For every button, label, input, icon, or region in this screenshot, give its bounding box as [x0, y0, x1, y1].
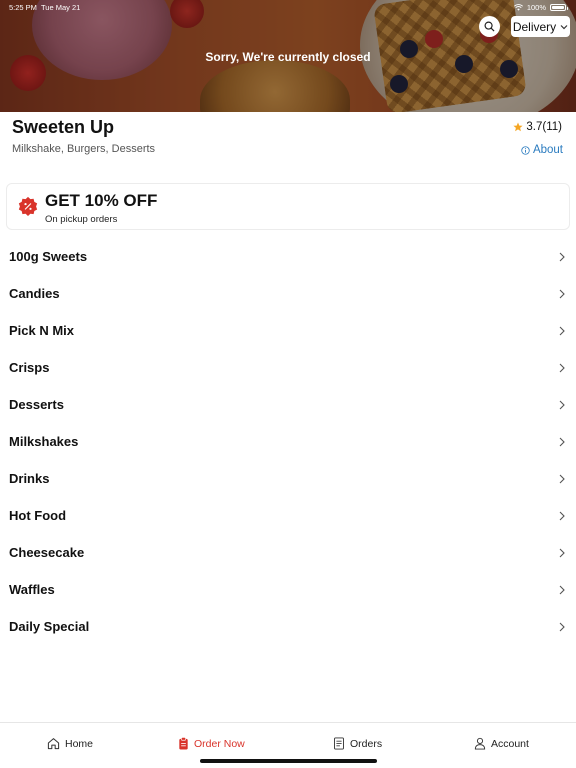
category-label: Milkshakes — [9, 434, 79, 449]
status-date: Tue May 21 — [41, 3, 81, 12]
chevron-right-icon — [559, 289, 565, 298]
tab-label: Order Now — [194, 737, 245, 750]
tab-label: Orders — [350, 737, 383, 750]
category-row-desserts[interactable]: Desserts — [0, 386, 576, 423]
battery-icon — [550, 4, 568, 11]
person-icon — [474, 737, 486, 750]
search-icon — [484, 21, 495, 32]
store-name: Sweeten Up — [12, 117, 115, 137]
chevron-right-icon — [559, 585, 565, 594]
chevron-right-icon — [559, 252, 565, 261]
category-row-pick-n-mix[interactable]: Pick N Mix — [0, 312, 576, 349]
chevron-right-icon — [559, 437, 565, 446]
chevron-right-icon — [559, 622, 565, 631]
category-label: Daily Special — [9, 619, 90, 634]
category-label: Waffles — [9, 582, 55, 597]
category-label: Desserts — [9, 397, 64, 412]
home-icon — [47, 738, 60, 750]
battery-percent: 100% — [526, 3, 546, 12]
tab-account[interactable]: Account — [474, 737, 529, 750]
chevron-right-icon — [559, 400, 565, 409]
category-row-crisps[interactable]: Crisps — [0, 349, 576, 386]
info-icon — [521, 145, 530, 155]
discount-badge-icon — [18, 196, 38, 216]
tab-label: Account — [491, 737, 529, 750]
tab-order-now[interactable]: Order Now — [178, 737, 245, 750]
category-label: 100g Sweets — [9, 249, 88, 264]
about-label: About — [532, 144, 563, 156]
category-row-waffles[interactable]: Waffles — [0, 571, 576, 608]
category-label: Pick N Mix — [9, 323, 75, 338]
rating-value: 3.7(11) — [526, 121, 562, 133]
tab-label: Home — [65, 737, 94, 750]
store-rating[interactable]: 3.7(11) — [513, 121, 562, 133]
delivery-mode-label: Delivery — [512, 19, 557, 34]
offer-title: GET 10% OFF — [45, 191, 158, 210]
category-label: Drinks — [9, 471, 50, 486]
category-label: Candies — [9, 286, 60, 301]
home-indicator — [200, 759, 377, 763]
category-label: Hot Food — [9, 508, 67, 523]
tab-orders[interactable]: Orders — [333, 737, 382, 750]
category-row-drinks[interactable]: Drinks — [0, 460, 576, 497]
category-label: Cheesecake — [9, 545, 85, 560]
menu-category-list: 100g Sweets Candies Pick N Mix Crisps De… — [0, 238, 576, 645]
chevron-right-icon — [559, 474, 565, 483]
category-row-100g-sweets[interactable]: 100g Sweets — [0, 238, 576, 275]
chevron-right-icon — [559, 363, 565, 372]
category-label: Crisps — [9, 360, 50, 375]
order-icon — [179, 737, 188, 750]
about-link[interactable]: About — [521, 144, 563, 156]
store-categories: Milkshake, Burgers, Desserts — [12, 143, 156, 155]
chevron-right-icon — [559, 511, 565, 520]
tab-home[interactable]: Home — [47, 737, 93, 750]
category-row-hot-food[interactable]: Hot Food — [0, 497, 576, 534]
offer-subtitle: On pickup orders — [45, 214, 118, 225]
status-bar: 5:25 PM Tue May 21 100% — [0, 0, 576, 14]
star-icon — [513, 122, 524, 132]
status-time: 5:25 PM — [9, 3, 37, 12]
receipt-icon — [334, 737, 344, 750]
wifi-icon — [513, 4, 523, 11]
chevron-right-icon — [559, 326, 565, 335]
delivery-mode-dropdown[interactable]: Delivery — [511, 16, 570, 37]
chevron-down-icon — [560, 24, 568, 29]
category-row-cheesecake[interactable]: Cheesecake — [0, 534, 576, 571]
chevron-right-icon — [559, 548, 565, 557]
offer-card[interactable]: GET 10% OFF On pickup orders — [6, 183, 570, 230]
search-button[interactable] — [479, 16, 500, 37]
category-row-candies[interactable]: Candies — [0, 275, 576, 312]
category-row-milkshakes[interactable]: Milkshakes — [0, 423, 576, 460]
status-indicators: 100% — [513, 3, 568, 12]
category-row-daily-special[interactable]: Daily Special — [0, 608, 576, 645]
closed-message: Sorry, We're currently closed — [205, 50, 371, 64]
